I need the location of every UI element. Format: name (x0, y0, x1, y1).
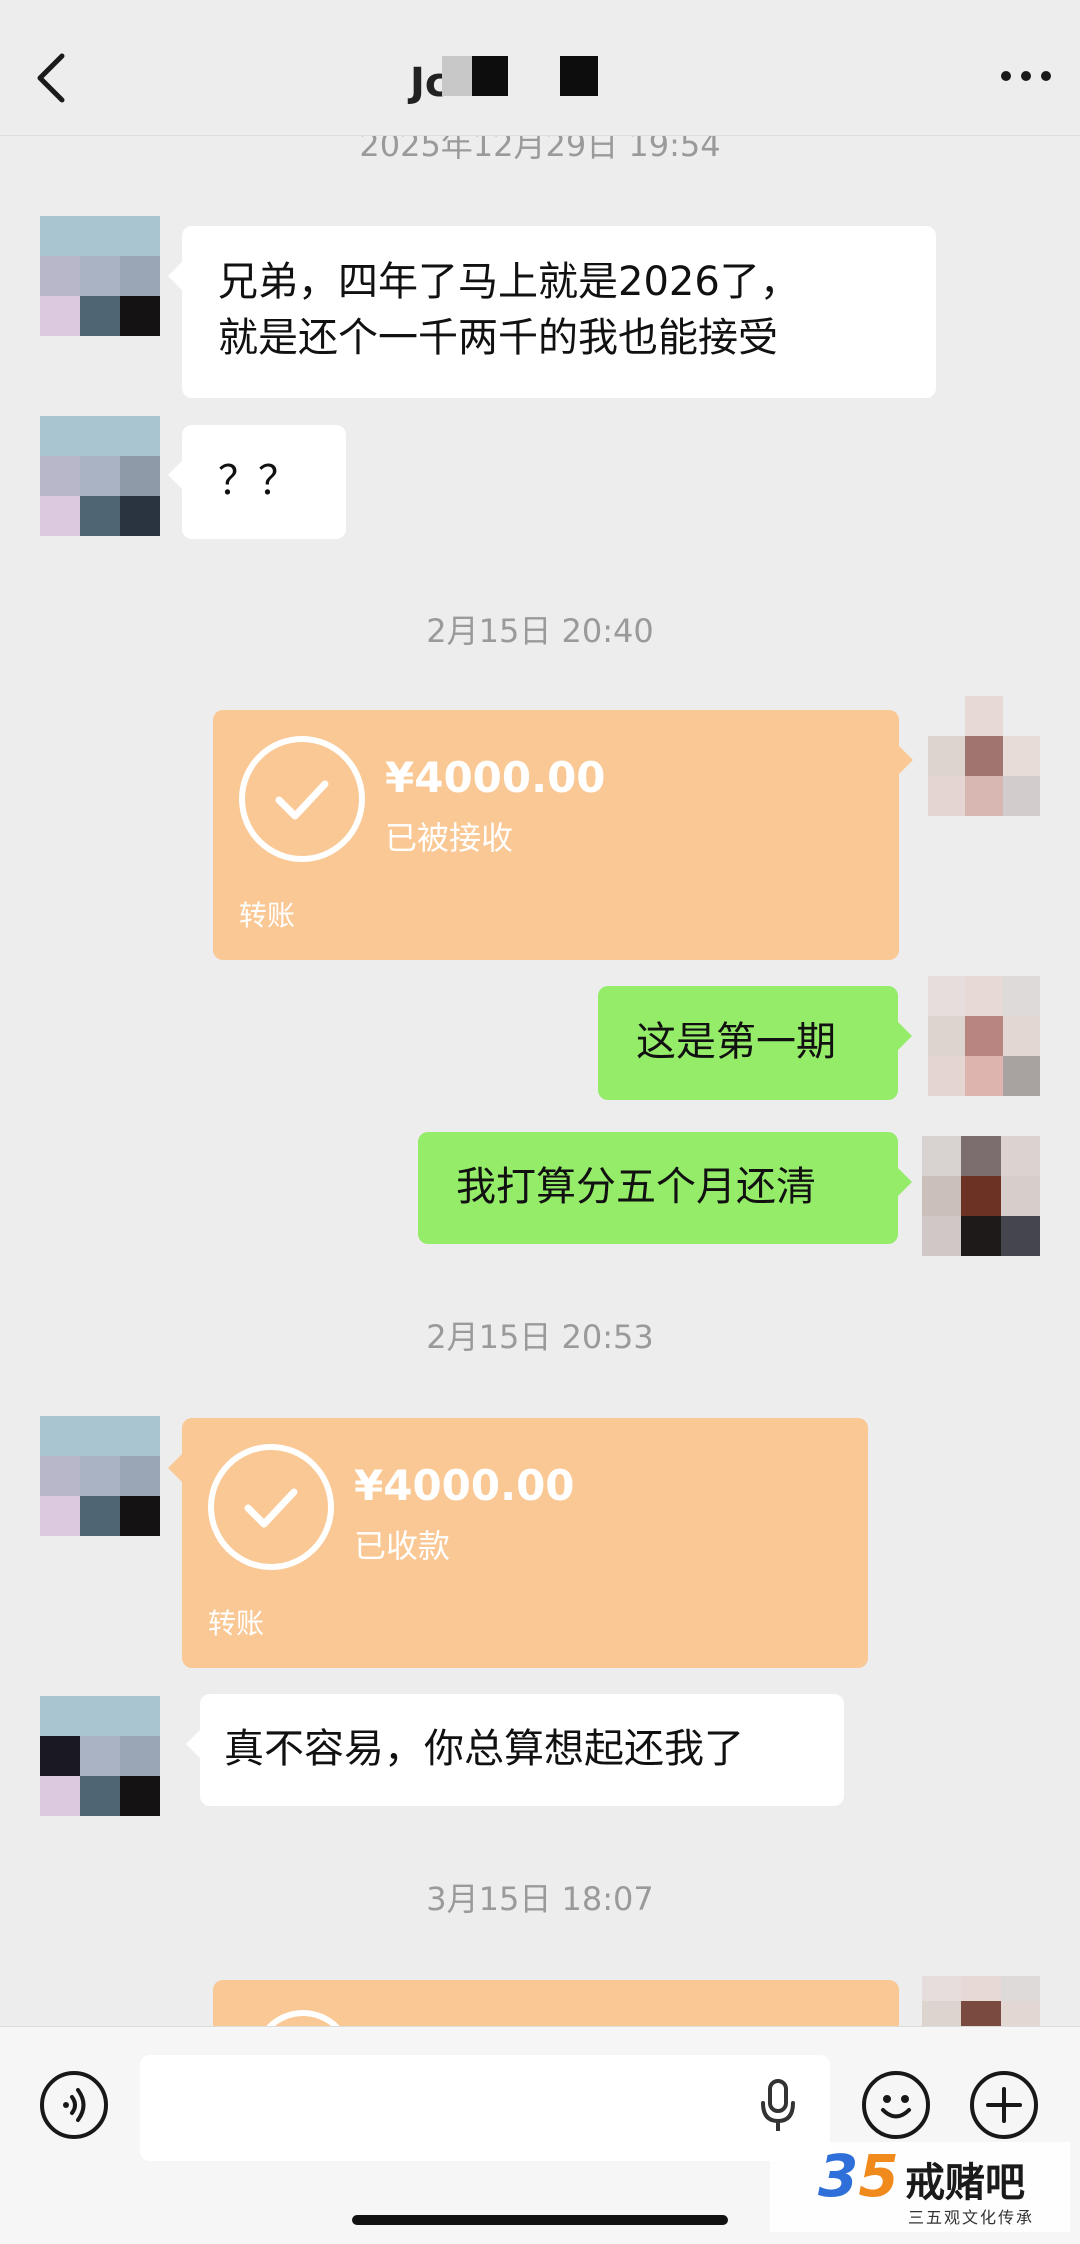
title-mosaic (560, 56, 598, 96)
chevron-left-icon (37, 53, 65, 103)
check-circle-icon (208, 1444, 334, 1570)
bubble-tail (168, 262, 182, 290)
my-avatar[interactable] (928, 976, 1040, 1096)
message-text: 我打算分五个月还清 (456, 1164, 816, 1210)
contact-avatar[interactable] (40, 416, 160, 536)
message-text: ？？ (218, 458, 298, 504)
transfer-card-received[interactable]: ¥4000.00 已收款 转账 (168, 1418, 868, 1668)
message-text: 这是第一期 (636, 1019, 836, 1065)
bubble-tail (899, 746, 913, 774)
check-circle-icon (239, 736, 365, 862)
transfer-card-sent[interactable]: ¥4000.00 已被接收 转账 (213, 710, 913, 960)
emoji-icon (881, 2095, 911, 2119)
title-mosaic (472, 56, 508, 96)
bubble-tail (186, 1730, 200, 1758)
more-icon (1001, 71, 1051, 81)
transfer-status: 已收款 (354, 1527, 451, 1565)
plus-icon (986, 2087, 1022, 2123)
home-indicator[interactable] (352, 2215, 728, 2225)
chat-header: Jc (0, 0, 1080, 136)
bubble-tail (898, 1168, 912, 1196)
contact-avatar[interactable] (40, 216, 160, 336)
title-mosaic (442, 56, 472, 96)
message-bubble-sent[interactable]: 我打算分五个月还清 (418, 1132, 912, 1244)
timestamp: 3月15日 18:07 (426, 1880, 654, 1918)
timestamp: 2月15日 20:40 (426, 612, 654, 650)
bubble-tail (168, 461, 182, 489)
contact-avatar[interactable] (40, 1696, 160, 1816)
voice-icon (63, 2088, 86, 2122)
more-button[interactable] (996, 56, 1056, 96)
message-bubble-received[interactable]: 兄弟，四年了马上就是2026了， 就是还个一千两千的我也能接受 (168, 226, 936, 398)
my-avatar[interactable] (922, 1976, 1040, 2026)
plus-button[interactable] (970, 2071, 1038, 2139)
message-input[interactable] (140, 2055, 830, 2161)
watermark-subtitle: 三五观文化传承 (908, 2208, 1035, 2227)
watermark-logo: 35 (818, 2142, 899, 2210)
chat-title: Jc (410, 52, 710, 106)
emoji-button[interactable] (862, 2071, 930, 2139)
watermark: 35 戒赌吧 三五观文化传承 (770, 2142, 1070, 2232)
microphone-icon[interactable] (758, 2077, 798, 2137)
my-avatar[interactable] (928, 696, 1040, 816)
message-bubble-received[interactable]: ？？ (168, 425, 346, 539)
bubble-tail (898, 1022, 912, 1050)
message-bubble-received[interactable]: 真不容易，你总算想起还我了 (186, 1694, 844, 1806)
bubble-tail (168, 1454, 182, 1482)
watermark-title: 戒赌吧 (905, 2159, 1025, 2206)
timestamp: 2月15日 20:53 (426, 1318, 654, 1356)
message-bubble-sent[interactable]: 这是第一期 (598, 986, 912, 1100)
transfer-amount: ¥4000.00 (354, 1461, 575, 1510)
message-text: 兄弟，四年了马上就是2026了， (218, 259, 800, 305)
contact-avatar[interactable] (40, 1416, 160, 1536)
message-text: 真不容易，你总算想起还我了 (224, 1726, 744, 1772)
message-text: 就是还个一千两千的我也能接受 (218, 315, 778, 361)
transfer-label: 转账 (208, 1607, 265, 1640)
transfer-status: 已被接收 (385, 819, 514, 857)
transfer-card-sent[interactable] (213, 1980, 899, 2026)
back-button[interactable] (28, 48, 78, 108)
my-avatar[interactable] (922, 1136, 1040, 1256)
check-circle-icon (253, 2010, 353, 2026)
transfer-amount: ¥4000.00 (385, 753, 606, 802)
voice-button[interactable] (40, 2071, 108, 2139)
transfer-label: 转账 (239, 899, 296, 932)
